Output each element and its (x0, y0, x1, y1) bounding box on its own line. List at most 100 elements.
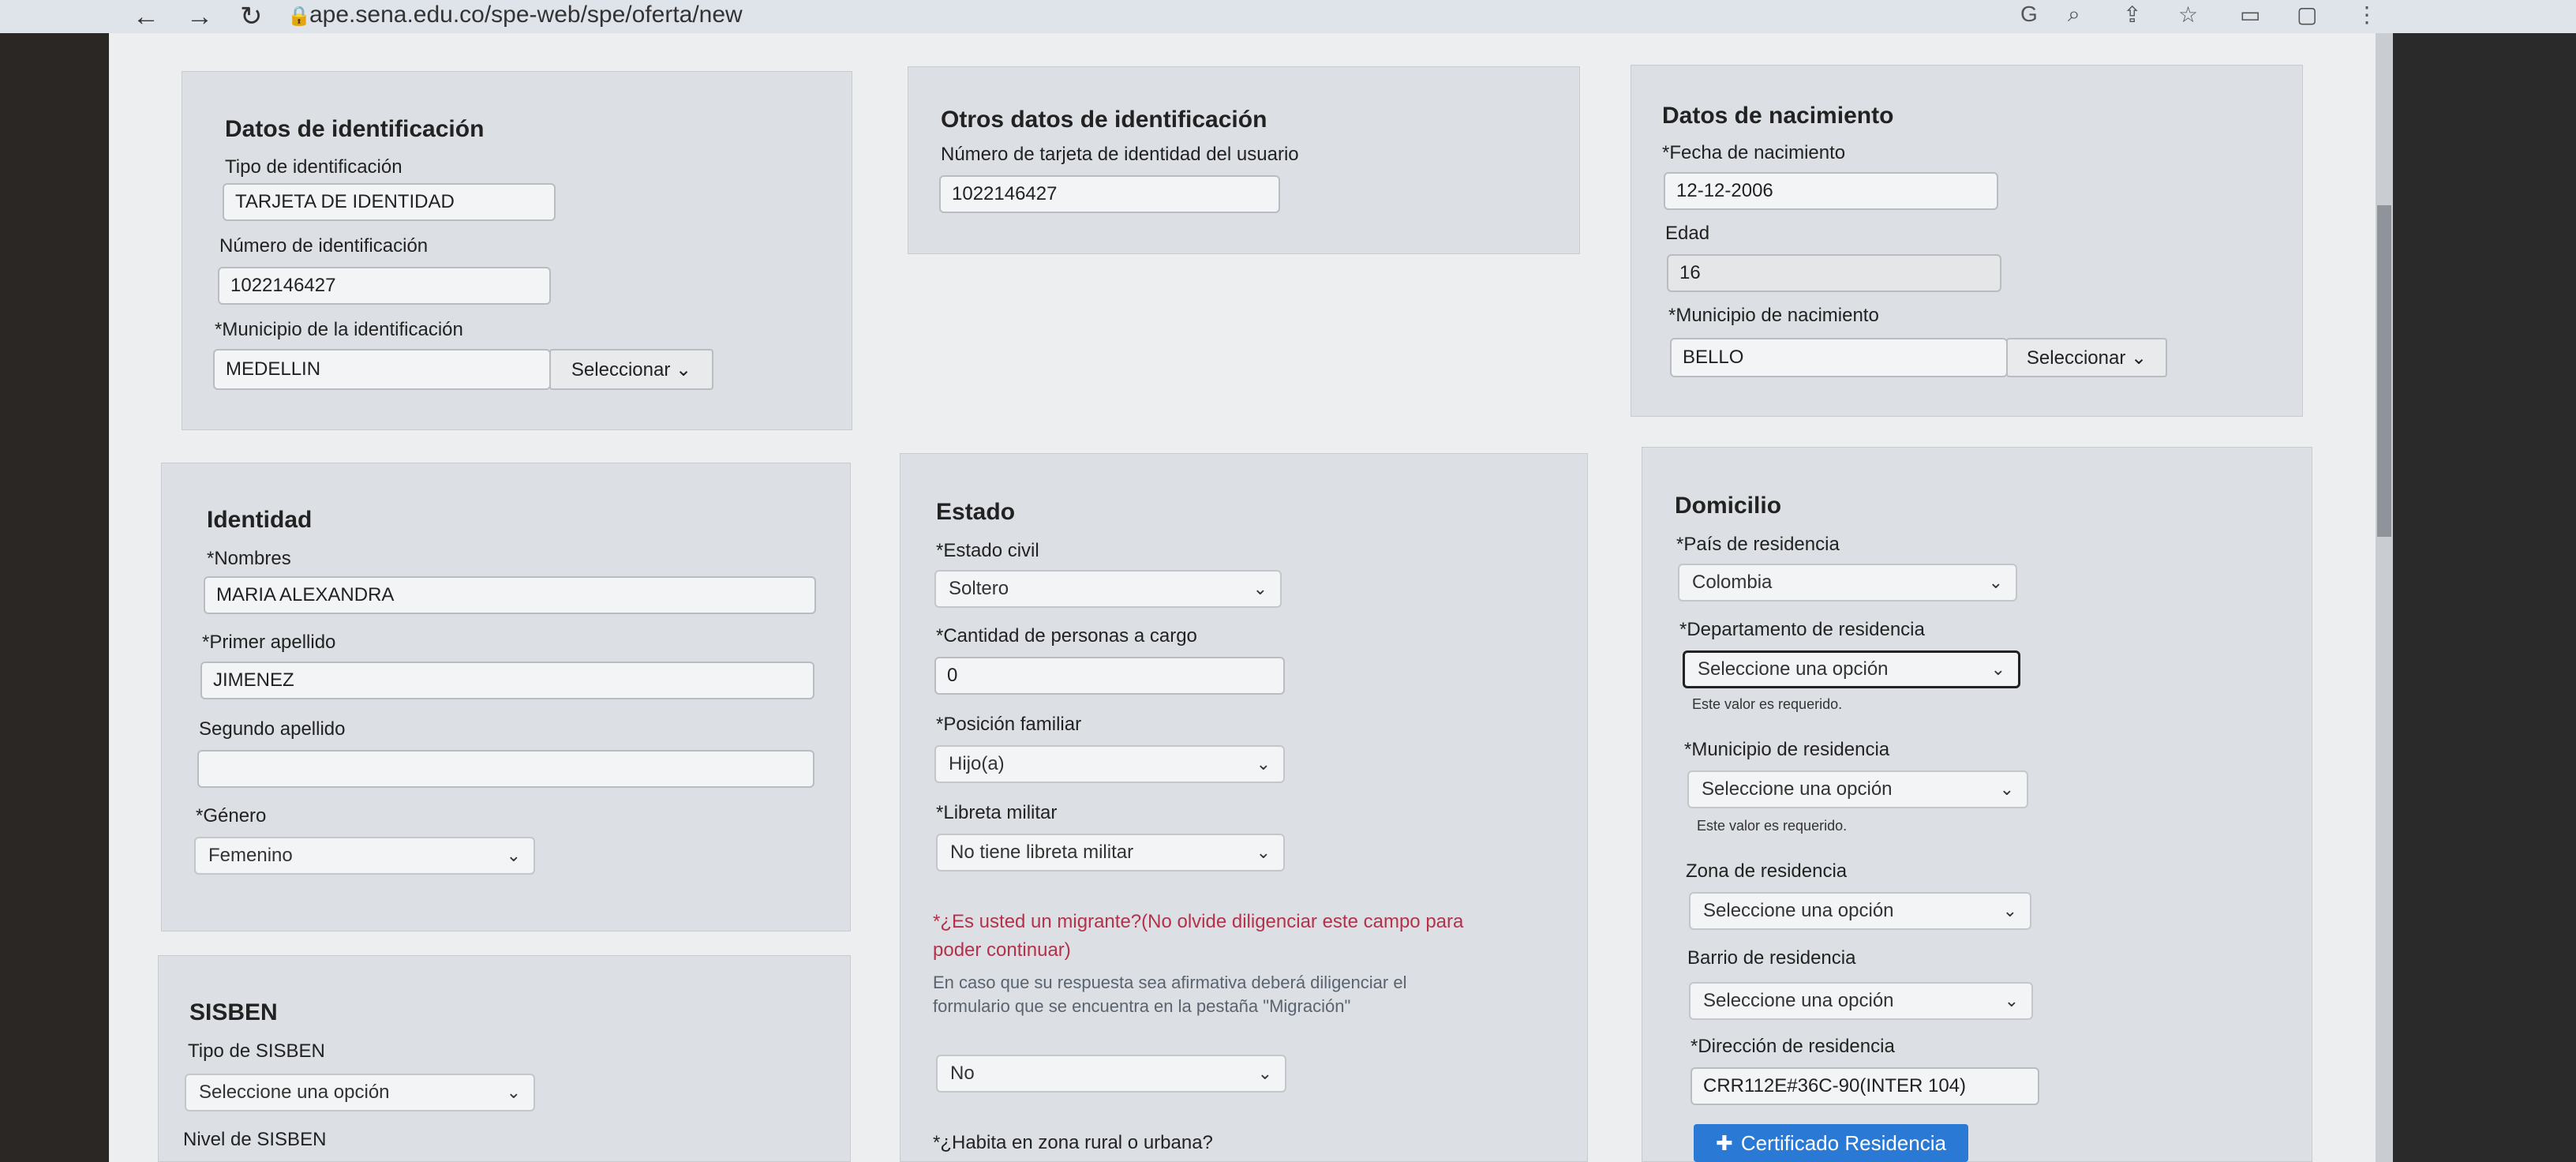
libreta-militar-value: No tiene libreta militar (950, 842, 1134, 863)
window-icon[interactable]: ▭ (2240, 2, 2260, 28)
google-icon[interactable]: G (2020, 2, 2038, 27)
datos-identificacion-title: Datos de identificación (225, 116, 485, 142)
primer-apellido-field[interactable]: JIMENEZ (200, 662, 814, 699)
certificado-residencia-label: Certificado Residencia (1740, 1130, 1946, 1155)
libreta-militar-select[interactable]: No tiene libreta militar ⌄ (936, 834, 1285, 872)
estado-civil-select[interactable]: Soltero ⌄ (934, 570, 1282, 608)
fecha-nacimiento-field[interactable]: 12-12-2006 (1664, 172, 1998, 210)
migrante-note-line2: formulario que se encuentra en la pestañ… (933, 996, 1351, 1016)
edad-field: 16 (1667, 254, 2001, 292)
segundo-apellido-field[interactable] (197, 750, 814, 788)
migrante-note-line1: En caso que su respuesta sea afirmativa … (933, 973, 1407, 992)
chevron-down-icon: ⌄ (1999, 779, 2014, 799)
barrio-residencia-select[interactable]: Seleccione una opción ⌄ (1689, 982, 2033, 1020)
municipio-error: Este valor es requerido. (1697, 818, 1848, 834)
barrio-residencia-value: Seleccione una opción (1703, 990, 1894, 1011)
tipo-sisben-label: Tipo de SISBEN (188, 1040, 325, 1062)
chevron-down-icon: ⌄ (506, 1082, 521, 1102)
migrante-value: No (950, 1063, 975, 1084)
chevron-down-icon: ⌄ (1988, 572, 2003, 592)
segundo-apellido-label: Segundo apellido (199, 718, 346, 740)
primer-apellido-label: *Primer apellido (202, 632, 336, 653)
municipio-nacimiento-seleccionar-button[interactable]: Seleccionar ⌄ (2006, 338, 2167, 377)
municipio-residencia-label: *Municipio de residencia (1684, 739, 1890, 760)
municipio-identificacion-seleccionar-button[interactable]: Seleccionar ⌄ (549, 349, 713, 390)
tarjeta-identidad-field[interactable]: 1022146427 (939, 175, 1280, 213)
pais-residencia-select[interactable]: Colombia ⌄ (1678, 564, 2017, 602)
personas-cargo-field[interactable]: 0 (934, 657, 1285, 695)
profile-icon[interactable]: ▢ (2297, 2, 2317, 28)
estado-civil-label: *Estado civil (936, 540, 1039, 561)
tipo-sisben-value: Seleccione una opción (199, 1081, 390, 1103)
domicilio-title: Domicilio (1675, 493, 1782, 519)
nivel-sisben-label: Nivel de SISBEN (183, 1129, 327, 1150)
zona-residencia-select[interactable]: Seleccione una opción ⌄ (1689, 892, 2031, 930)
genero-value: Femenino (208, 845, 293, 866)
personas-cargo-label: *Cantidad de personas a cargo (936, 625, 1197, 647)
departamento-residencia-select[interactable]: Seleccione una opción ⌄ (1683, 650, 2020, 688)
bookmark-star-icon[interactable]: ☆ (2178, 2, 2198, 28)
numero-identificacion-label: Número de identificación (219, 235, 429, 257)
menu-dots-icon[interactable]: ⋮ (2356, 2, 2378, 28)
zona-residencia-value: Seleccione una opción (1703, 900, 1894, 921)
migrante-select[interactable]: No ⌄ (936, 1055, 1286, 1093)
pais-residencia-value: Colombia (1692, 572, 1773, 593)
reload-icon[interactable]: ↻ (240, 3, 263, 30)
otros-datos-title: Otros datos de identificación (941, 107, 1267, 133)
datos-nacimiento-title: Datos de nacimiento (1662, 103, 1894, 129)
chevron-down-icon: ⌄ (1252, 579, 1267, 598)
nombres-label: *Nombres (207, 548, 291, 569)
tarjeta-identidad-label: Número de tarjeta de identidad del usuar… (941, 144, 1299, 165)
sisben-title: SISBEN (189, 999, 278, 1025)
departamento-error: Este valor es requerido. (1692, 696, 1843, 712)
chevron-down-icon: ⌄ (1990, 659, 2005, 679)
back-arrow-icon[interactable]: ← (133, 3, 159, 30)
libreta-militar-label: *Libreta militar (936, 802, 1058, 823)
fecha-nacimiento-label: *Fecha de nacimiento (1662, 142, 1846, 163)
numero-identificacion-field[interactable]: 1022146427 (218, 267, 551, 305)
migrante-question-line1: *¿Es usted un migrante?(No olvide dilige… (933, 911, 1464, 932)
departamento-residencia-value: Seleccione una opción (1698, 658, 1889, 680)
tipo-sisben-select[interactable]: Seleccione una opción ⌄ (185, 1074, 535, 1111)
chevron-down-icon: ⌄ (1256, 842, 1271, 862)
right-bezel (2393, 33, 2576, 1162)
identidad-title: Identidad (207, 507, 313, 533)
scrollbar-track[interactable] (2376, 33, 2393, 1162)
municipio-identificacion-label: *Municipio de la identificación (215, 319, 463, 340)
chevron-down-icon: ⌄ (2004, 991, 2019, 1010)
chevron-down-icon: ⌄ (1257, 1063, 1272, 1083)
plus-icon: ✚ (1716, 1130, 1733, 1155)
posicion-familiar-select[interactable]: Hijo(a) ⌄ (934, 745, 1285, 783)
certificado-residencia-button[interactable]: ✚ Certificado Residencia (1694, 1124, 1968, 1162)
forward-arrow-icon[interactable]: → (186, 3, 213, 30)
municipio-residencia-select[interactable]: Seleccione una opción ⌄ (1687, 770, 2028, 808)
genero-select[interactable]: Femenino ⌄ (194, 837, 535, 875)
zona-rural-label: *¿Habita en zona rural o urbana? (933, 1132, 1213, 1153)
zoom-icon[interactable]: ⌕ (2068, 2, 2080, 28)
zona-residencia-label: Zona de residencia (1686, 860, 1848, 882)
address-bar[interactable]: ape.sena.edu.co/spe-web/spe/oferta/new (309, 2, 743, 28)
departamento-residencia-label: *Departamento de residencia (1679, 619, 1925, 640)
estado-civil-value: Soltero (949, 578, 1009, 599)
edad-label: Edad (1665, 223, 1710, 244)
municipio-identificacion-field[interactable]: MEDELLIN (213, 349, 551, 390)
direccion-residencia-field[interactable]: CRR112E#36C-90(INTER 104) (1690, 1067, 2039, 1105)
municipio-nacimiento-field[interactable]: BELLO (1670, 338, 2008, 377)
municipio-residencia-value: Seleccione una opción (1702, 778, 1893, 800)
nombres-field[interactable]: MARIA ALEXANDRA (204, 576, 816, 614)
scrollbar-thumb[interactable] (2377, 205, 2391, 537)
posicion-familiar-value: Hijo(a) (949, 753, 1005, 774)
pais-residencia-label: *País de residencia (1676, 534, 1840, 555)
left-bezel (0, 33, 109, 1162)
chevron-down-icon: ⌄ (506, 845, 521, 865)
chevron-down-icon: ⌄ (2002, 901, 2017, 920)
direccion-residencia-label: *Dirección de residencia (1690, 1036, 1895, 1057)
migrante-question-line2: poder continuar) (933, 939, 1071, 961)
chevron-down-icon: ⌄ (1256, 754, 1271, 774)
estado-title: Estado (936, 499, 1016, 525)
barrio-residencia-label: Barrio de residencia (1687, 947, 1856, 969)
share-icon[interactable]: ⇪ (2123, 2, 2141, 28)
tipo-identificacion-label: Tipo de identificación (225, 156, 402, 178)
tipo-identificacion-field[interactable]: TARJETA DE IDENTIDAD (223, 183, 556, 221)
municipio-nacimiento-label: *Municipio de nacimiento (1668, 305, 1879, 326)
